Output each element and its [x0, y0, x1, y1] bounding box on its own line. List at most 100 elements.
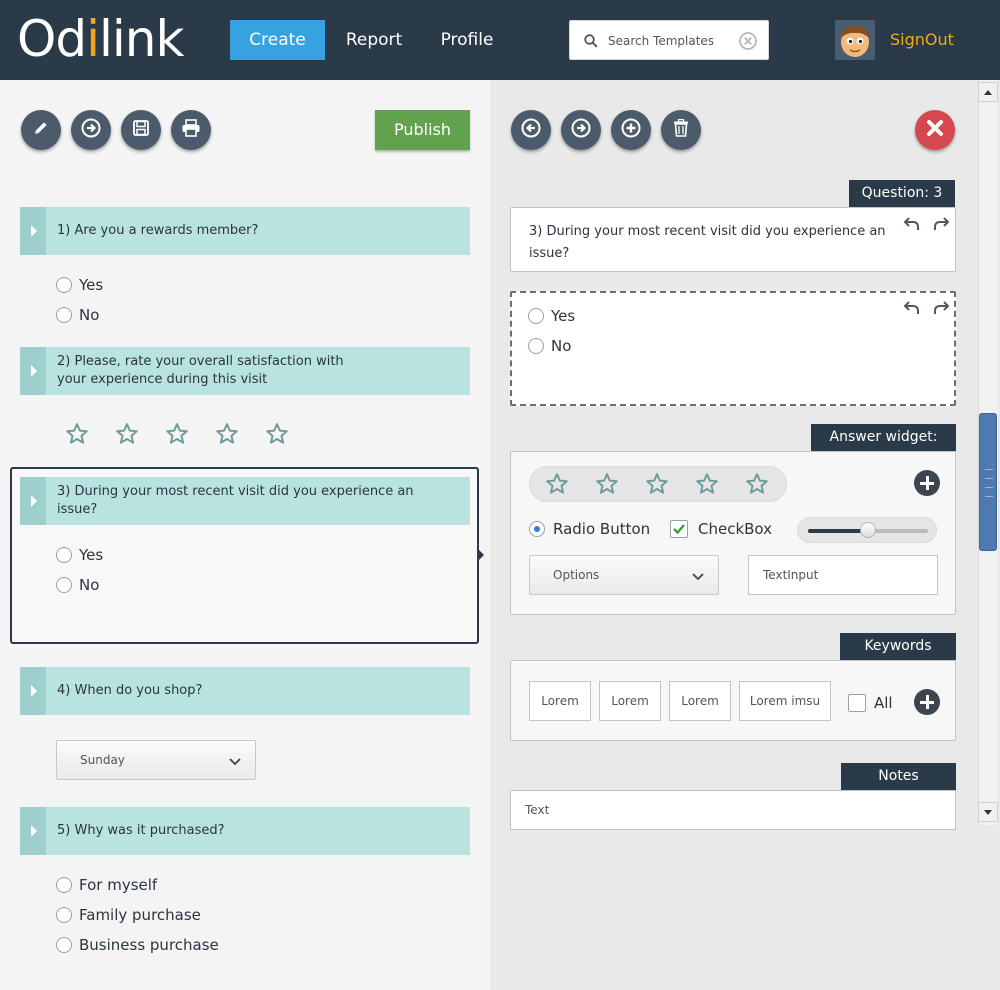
next-question-button[interactable]: [561, 110, 601, 150]
question-text[interactable]: 3) During your most recent visit did you…: [529, 221, 889, 265]
clear-icon[interactable]: [739, 32, 757, 54]
star-icon[interactable]: [215, 422, 239, 450]
star-icon[interactable]: [745, 472, 769, 500]
pencil-icon: [32, 119, 50, 141]
keyword-box[interactable]: Lorem imsu: [739, 681, 831, 721]
all-keywords-checkbox[interactable]: All: [848, 693, 893, 713]
undo-icon[interactable]: [903, 300, 920, 319]
question-2-header[interactable]: 2) Please, rate your overall satisfactio…: [20, 347, 470, 395]
question-1-header[interactable]: 1) Are you a rewards member?: [20, 207, 470, 255]
expand-arrow-icon[interactable]: [20, 667, 46, 715]
chevron-down-icon: [229, 755, 241, 769]
redo-icon[interactable]: [933, 300, 950, 319]
option-label: Yes: [551, 307, 576, 325]
search-input[interactable]: [608, 30, 748, 52]
q5-option-family[interactable]: Family purchase: [56, 905, 201, 925]
question-4-header[interactable]: 4) When do you shop?: [20, 667, 470, 715]
keyword-box[interactable]: Lorem: [669, 681, 731, 721]
star-icon[interactable]: [265, 422, 289, 450]
radio-selected[interactable]: [529, 521, 545, 537]
q1-option-no[interactable]: No: [56, 305, 99, 325]
question-5-text: 5) Why was it purchased?: [57, 823, 225, 838]
search-box: [569, 20, 769, 60]
expand-arrow-icon[interactable]: [20, 477, 46, 525]
star-icon[interactable]: [65, 422, 89, 450]
radio-button[interactable]: [528, 308, 544, 324]
nav-create[interactable]: Create: [230, 20, 325, 60]
expand-arrow-icon[interactable]: [20, 347, 46, 395]
radio-button-widget[interactable]: Radio Button: [529, 519, 650, 539]
text-input-widget[interactable]: TextInput: [748, 555, 938, 595]
q5-option-myself[interactable]: For myself: [56, 875, 157, 895]
star-icon[interactable]: [595, 472, 619, 500]
star-rating-widget[interactable]: [529, 466, 787, 502]
scrollbar[interactable]: [976, 80, 1000, 990]
scroll-up-button[interactable]: [978, 82, 998, 102]
forward-button[interactable]: [71, 110, 111, 150]
print-button[interactable]: [171, 110, 211, 150]
avatar[interactable]: [835, 20, 875, 60]
slider-handle[interactable]: [860, 522, 876, 538]
add-widget-icon[interactable]: [914, 470, 940, 496]
answer-options-editor[interactable]: Yes No: [510, 291, 956, 406]
checkbox-widget[interactable]: CheckBox: [670, 519, 772, 539]
save-button[interactable]: [121, 110, 161, 150]
option-label: For myself: [79, 876, 158, 894]
odilink-logo[interactable]: Odilink: [17, 10, 184, 68]
expand-arrow-icon[interactable]: [20, 807, 46, 855]
keyword-box[interactable]: Lorem: [599, 681, 661, 721]
answer-option-yes[interactable]: Yes: [528, 306, 575, 326]
notes-input[interactable]: Text: [510, 790, 956, 830]
signout-link[interactable]: SignOut: [890, 30, 954, 49]
scroll-down-button[interactable]: [978, 802, 998, 822]
q5-option-business[interactable]: Business purchase: [56, 935, 219, 955]
delete-question-button[interactable]: [661, 110, 701, 150]
radio-button[interactable]: [56, 307, 72, 323]
close-editor-button[interactable]: [915, 110, 955, 150]
q3-option-yes[interactable]: Yes: [56, 545, 103, 565]
publish-button[interactable]: Publish: [375, 110, 470, 150]
star-icon[interactable]: [115, 422, 139, 450]
edit-button[interactable]: [21, 110, 61, 150]
radio-button[interactable]: [56, 907, 72, 923]
slider-widget[interactable]: [797, 517, 937, 543]
star-icon[interactable]: [165, 422, 189, 450]
star-icon[interactable]: [545, 472, 569, 500]
q1-option-yes[interactable]: Yes: [56, 275, 103, 295]
radio-button[interactable]: [56, 877, 72, 893]
radio-button[interactable]: [56, 577, 72, 593]
redo-icon[interactable]: [933, 216, 950, 235]
question-3-header[interactable]: 3) During your most recent visit did you…: [20, 477, 470, 525]
question-number-tab: Question: 3: [849, 180, 955, 207]
radio-button[interactable]: [56, 547, 72, 563]
expand-arrow-icon[interactable]: [20, 207, 46, 255]
undo-icon[interactable]: [903, 216, 920, 235]
checkbox[interactable]: [848, 694, 866, 712]
question-5-header[interactable]: 5) Why was it purchased?: [20, 807, 470, 855]
scroll-thumb[interactable]: [979, 413, 997, 551]
radio-button[interactable]: [528, 338, 544, 354]
nav-report[interactable]: Report: [340, 20, 408, 60]
trash-icon: [673, 118, 689, 141]
option-label: Yes: [79, 546, 104, 564]
search-icon: [584, 33, 598, 52]
add-question-button[interactable]: [611, 110, 651, 150]
print-icon: [181, 119, 201, 141]
add-keyword-icon[interactable]: [914, 689, 940, 715]
star-icon[interactable]: [695, 472, 719, 500]
q3-option-no[interactable]: No: [56, 575, 99, 595]
options-select-widget[interactable]: Options: [529, 555, 719, 595]
question-text-editor[interactable]: 3) During your most recent visit did you…: [510, 207, 956, 272]
star-icon[interactable]: [645, 472, 669, 500]
nav-profile[interactable]: Profile: [436, 20, 498, 60]
previous-question-button[interactable]: [511, 110, 551, 150]
option-label: No: [79, 306, 100, 324]
option-label: No: [79, 576, 100, 594]
radio-button[interactable]: [56, 277, 72, 293]
answer-option-no[interactable]: No: [528, 336, 571, 356]
q4-day-select[interactable]: Sunday: [56, 740, 256, 780]
radio-button[interactable]: [56, 937, 72, 953]
keyword-box[interactable]: Lorem: [529, 681, 591, 721]
checkbox-checked[interactable]: [670, 520, 688, 538]
logo-text-end: link: [99, 10, 184, 68]
